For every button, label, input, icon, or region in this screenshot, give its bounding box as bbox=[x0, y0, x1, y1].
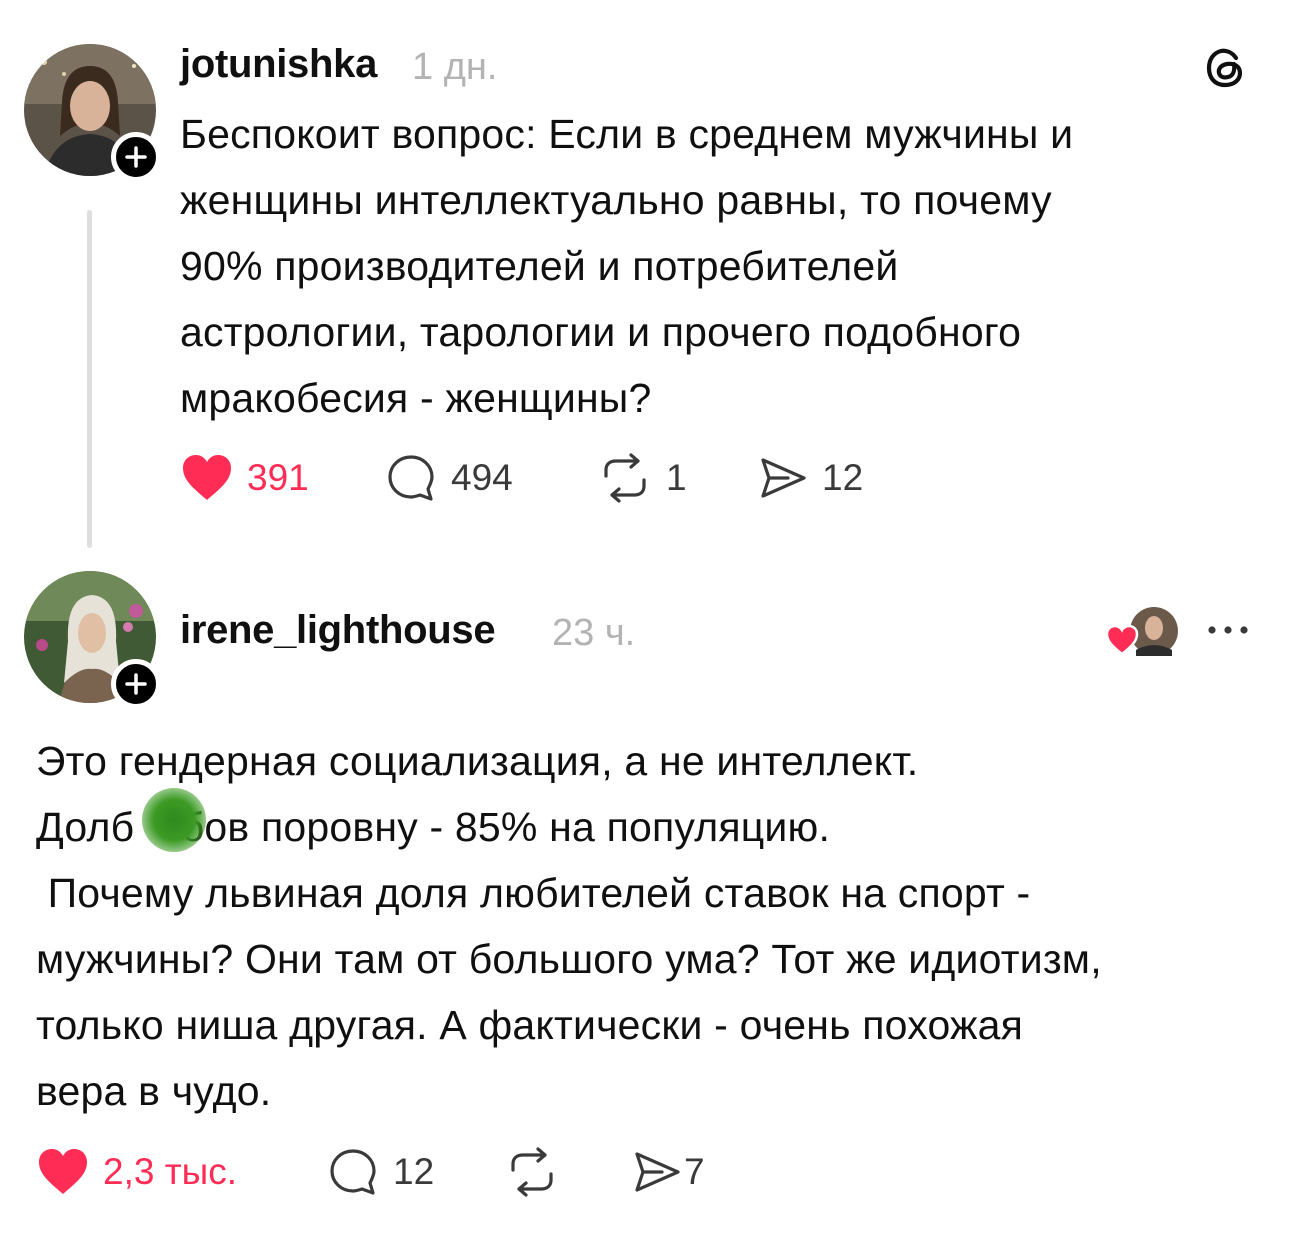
post-body: Беспокоит вопрос: Если в среднем мужчины… bbox=[180, 101, 1073, 431]
post-body-line: мракобесия - женщины? bbox=[180, 375, 652, 421]
reply-body-line: мужчины? Они там от большого ума? Тот же… bbox=[36, 936, 1102, 982]
send-icon bbox=[632, 1146, 682, 1198]
reply-like-count: 2,3 тыс. bbox=[103, 1151, 238, 1192]
reply-share-button[interactable]: 7 bbox=[632, 1146, 705, 1198]
send-icon bbox=[758, 452, 808, 504]
reply-share-count: 7 bbox=[684, 1151, 705, 1192]
post-share-button[interactable]: 12 bbox=[758, 452, 863, 504]
reply-body-line: только ниша другая. А фактически - очень… bbox=[36, 1002, 1024, 1048]
reply-body-line: Почему львиная доля любителей ставок на … bbox=[36, 870, 1031, 916]
heart-filled-icon bbox=[37, 1148, 89, 1196]
reply-body: Это гендерная социализация, а не интелле… bbox=[36, 728, 1102, 1124]
post-repost-count: 1 bbox=[666, 457, 687, 498]
post-like-button[interactable]: 391 bbox=[181, 452, 309, 504]
thread-connector-line bbox=[87, 210, 92, 548]
more-dots-icon[interactable] bbox=[1206, 622, 1250, 638]
reply-username[interactable]: irene_lighthouse bbox=[180, 608, 496, 653]
post-comment-button[interactable]: 494 bbox=[385, 452, 513, 504]
censor-blob bbox=[142, 788, 206, 852]
reply-comment-count: 12 bbox=[393, 1151, 435, 1192]
post-body-line: женщины интеллектуально равны, то почему bbox=[180, 177, 1052, 223]
repost-icon bbox=[505, 1146, 559, 1198]
post-share-count: 12 bbox=[822, 457, 864, 498]
heart-filled-icon bbox=[181, 454, 233, 502]
post-body-line: астрологии, тарологии и прочего подобног… bbox=[180, 309, 1022, 355]
post-comment-count: 494 bbox=[451, 457, 513, 498]
post-body-line: Беспокоит вопрос: Если в среднем мужчины… bbox=[180, 111, 1074, 157]
comment-bubble-icon bbox=[327, 1146, 379, 1198]
post-body-line: 90% производителей и потребителей bbox=[180, 243, 899, 289]
reply-comment-button[interactable]: 12 bbox=[327, 1146, 434, 1198]
post-repost-button[interactable]: 1 bbox=[598, 452, 687, 504]
post-timestamp: 1 дн. bbox=[412, 46, 498, 88]
reply-repost-button[interactable] bbox=[505, 1146, 559, 1198]
reply-body-line: вера в чудо. bbox=[36, 1068, 272, 1114]
post-username[interactable]: jotunishka bbox=[180, 42, 377, 87]
comment-bubble-icon bbox=[385, 452, 437, 504]
reply-like-button[interactable]: 2,3 тыс. bbox=[37, 1146, 237, 1198]
reply-body-line: Это гендерная социализация, а не интелле… bbox=[36, 738, 919, 784]
post-like-count: 391 bbox=[247, 457, 309, 498]
follow-author-button[interactable] bbox=[111, 132, 161, 182]
follow-reply-author-button[interactable] bbox=[111, 659, 161, 709]
repost-icon bbox=[598, 452, 652, 504]
threads-logo-icon[interactable] bbox=[1202, 44, 1250, 92]
reply-timestamp: 23 ч. bbox=[552, 612, 636, 654]
author-liked-heart-icon bbox=[1105, 604, 1180, 658]
